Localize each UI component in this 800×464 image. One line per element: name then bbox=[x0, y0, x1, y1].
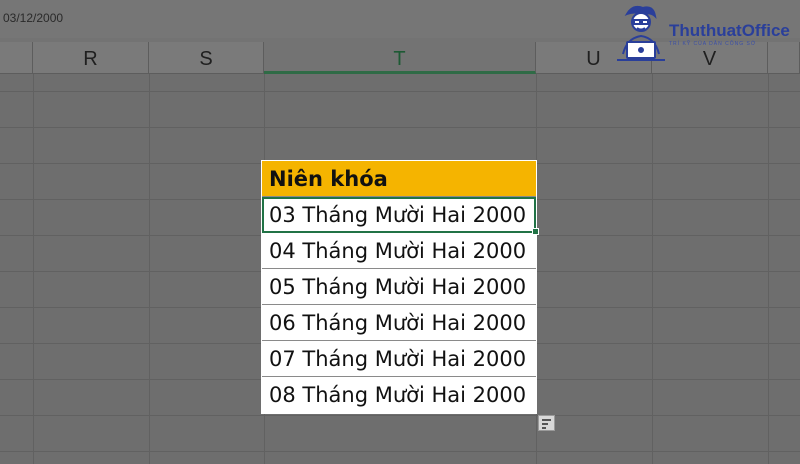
column-header-r[interactable]: R bbox=[33, 42, 149, 74]
column-header-prev[interactable] bbox=[0, 42, 33, 74]
cell-text: 03 Tháng Mười Hai 2000 bbox=[269, 203, 527, 227]
table-row[interactable]: 07 Tháng Mười Hai 2000 bbox=[262, 341, 536, 377]
formula-bar-value[interactable]: 03/12/2000 bbox=[3, 11, 63, 25]
logo-tagline: TRÍ KỸ CỦA DÂN CÔNG SỞ bbox=[669, 41, 757, 47]
grid-line bbox=[33, 74, 34, 464]
column-header-t[interactable]: T bbox=[264, 42, 536, 74]
logo-title: ThuthuatOffice bbox=[669, 21, 790, 40]
table-row-selected[interactable]: 03 Tháng Mười Hai 2000 bbox=[262, 197, 539, 235]
grid-line bbox=[768, 74, 769, 464]
logo-mascot-icon bbox=[617, 5, 665, 61]
table-row[interactable]: 04 Tháng Mười Hai 2000 bbox=[262, 233, 536, 269]
column-header-s[interactable]: S bbox=[149, 42, 264, 74]
grid-line bbox=[652, 74, 653, 464]
thuthuatoffice-logo: ThuthuatOffice TRÍ KỸ CỦA DÂN CÔNG SỞ bbox=[613, 2, 800, 66]
table-row[interactable]: 08 Tháng Mười Hai 2000 bbox=[262, 377, 536, 413]
quick-analysis-icon[interactable] bbox=[538, 415, 555, 431]
table-row[interactable]: 05 Tháng Mười Hai 2000 bbox=[262, 269, 536, 305]
header-cell[interactable]: Niên khóa bbox=[262, 161, 536, 197]
fill-handle[interactable] bbox=[532, 228, 539, 235]
grid-line bbox=[149, 74, 150, 464]
data-table: Niên khóa 03 Tháng Mười Hai 2000 04 Thán… bbox=[261, 160, 539, 414]
table-row[interactable]: 06 Tháng Mười Hai 2000 bbox=[262, 305, 536, 341]
